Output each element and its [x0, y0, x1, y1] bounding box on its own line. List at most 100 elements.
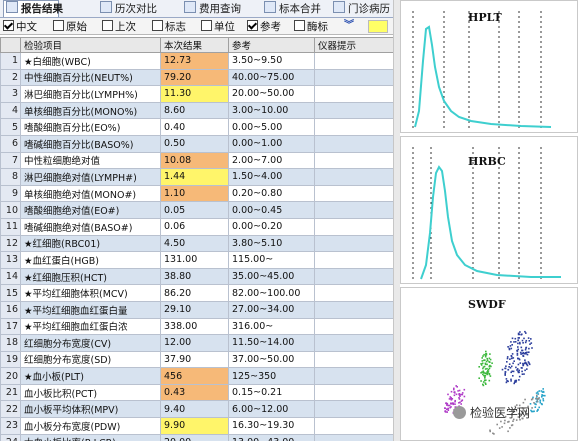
cluster-purple-point [446, 404, 448, 406]
checkbox[interactable] [152, 20, 163, 31]
instrument-note [314, 184, 394, 203]
checkbox[interactable] [201, 20, 212, 31]
table-row[interactable]: 4 单核细胞百分比(MONO%) 8.60 3.00~10.00 [0, 101, 394, 120]
cluster-blue-point [528, 363, 531, 366]
row-number: 17 [0, 317, 21, 336]
table-row[interactable]: 3 淋巴细胞百分比(LYMPH%) 11.30 20.00~50.00 [0, 85, 394, 103]
cluster-purple-point [463, 395, 466, 398]
header-item[interactable]: 检验项目 [20, 37, 161, 53]
table-row[interactable]: 15 ★平均红细胞体积(MCV) 86.20 82.00~100.00 [0, 284, 394, 302]
cluster-purple-point [450, 406, 452, 408]
table-row[interactable]: 6 嗜碱细胞百分比(BASO%) 0.50 0.00~1.00 [0, 134, 394, 153]
cluster-green-point [484, 374, 487, 377]
instrument-note [314, 217, 394, 236]
table-row[interactable]: 7 中性粒细胞绝对值 10.08 2.00~7.00 [0, 151, 394, 170]
option-reference[interactable]: 参考 [247, 20, 281, 33]
result-value: 0.05 [160, 201, 229, 219]
item-name: 血小板分布宽度(PDW) [20, 417, 161, 435]
cluster-blue-point [512, 370, 515, 373]
cluster-purple-point [453, 391, 456, 393]
table-row[interactable]: 1 ★白细胞(WBC) 12.73 3.50~9.50 [0, 52, 394, 70]
row-number: 20 [0, 367, 21, 385]
cluster-purple-point [450, 402, 452, 405]
reference-range: 1.50~4.00 [228, 168, 315, 186]
instrument-note [314, 267, 394, 286]
tab-report-result[interactable]: 报告结果 [3, 0, 63, 17]
item-name: 嗜酸细胞百分比(EO%) [20, 118, 161, 136]
table-row[interactable]: 16 ★平均红细胞血红蛋白量 29.10 27.00~34.00 [0, 300, 394, 319]
tab-history-compare[interactable]: 历次对比 [98, 1, 168, 16]
table-row[interactable]: 10 嗜酸细胞绝对值(EO#) 0.05 0.00~0.45 [0, 201, 394, 219]
table-row[interactable]: 19 红细胞分布宽度(SD) 37.90 37.00~50.00 [0, 350, 394, 369]
checkbox-checked[interactable] [247, 20, 258, 31]
instrument-note [314, 201, 394, 219]
row-number: 24 [0, 433, 21, 441]
double-chevron-down-icon[interactable]: ︾ [344, 20, 354, 32]
table-row[interactable]: 21 血小板比积(PCT) 0.43 0.15~0.21 [0, 383, 394, 402]
option-unit[interactable]: 单位 [201, 20, 235, 33]
cluster-cyan-point [532, 396, 534, 399]
row-number: 2 [0, 68, 21, 87]
option-enzyme[interactable]: 酶标 [294, 20, 328, 33]
cluster-green-point [484, 382, 487, 384]
result-value: 12.00 [160, 334, 229, 352]
color-indicator [368, 20, 388, 33]
option-chinese[interactable]: 中文 [3, 20, 37, 33]
cluster-debris-point [496, 423, 498, 426]
checkbox[interactable] [53, 20, 64, 31]
checkbox-checked[interactable] [3, 20, 14, 31]
cluster-blue-point [514, 337, 517, 340]
cluster-blue-point [512, 362, 514, 365]
table-row[interactable]: 13 ★血红蛋白(HGB) 131.00 115.00~ [0, 251, 394, 269]
cluster-blue-point [528, 340, 531, 342]
option-flag[interactable]: 标志 [152, 20, 186, 33]
cluster-purple-point [455, 385, 457, 387]
header-result[interactable]: 本次结果 [160, 37, 229, 53]
cluster-blue-point [526, 353, 529, 356]
table-row[interactable]: 23 血小板分布宽度(PDW) 9.90 16.30~19.30 [0, 417, 394, 435]
cluster-green-point [488, 373, 491, 376]
table-row[interactable]: 22 血小板平均体积(MPV) 9.40 6.00~12.00 [0, 400, 394, 419]
instrument-note [314, 400, 394, 419]
cluster-green-point [482, 381, 485, 383]
cluster-blue-point [518, 375, 521, 378]
cluster-green-point [478, 366, 480, 368]
item-name: 单核细胞百分比(MONO%) [20, 101, 161, 120]
table-row[interactable]: 17 ★平均红细胞血红蛋白浓 338.00 316.00~ [0, 317, 394, 336]
cluster-blue-point [514, 341, 517, 343]
table-row[interactable]: 14 ★红细胞压积(HCT) 38.80 35.00~45.00 [0, 267, 394, 286]
row-number: 22 [0, 400, 21, 419]
cluster-blue-point [504, 374, 506, 376]
table-row[interactable]: 20 ★血小板(PLT) 456 125~350 [0, 367, 394, 385]
cluster-green-point [481, 362, 484, 365]
cluster-blue-point [505, 378, 508, 380]
option-last[interactable]: 上次 [102, 20, 136, 33]
tab-fee-query[interactable]: 费用查询 [182, 1, 252, 16]
table-row[interactable]: 11 嗜碱细胞绝对值(BASO#) 0.06 0.00~0.20 [0, 217, 394, 236]
cluster-green-point [484, 355, 487, 357]
result-value: 20.00 [160, 433, 229, 441]
table-row[interactable]: 12 ★红细胞(RBC01) 4.50 3.80~5.10 [0, 234, 394, 253]
cluster-green-point [481, 371, 483, 373]
table-row[interactable]: 5 嗜酸细胞百分比(EO%) 0.40 0.00~5.00 [0, 118, 394, 136]
tab-outpatient-record[interactable]: 门诊病历 [331, 1, 391, 16]
table-row[interactable]: 2 中性细胞百分比(NEUT%) 79.20 40.00~75.00 [0, 68, 394, 87]
result-value: 10.08 [160, 151, 229, 170]
header-instrument-note[interactable]: 仪器提示 [314, 37, 394, 53]
table-row[interactable]: 9 单核细胞绝对值(MONO#) 1.10 0.20~0.80 [0, 184, 394, 203]
checkbox[interactable] [294, 20, 305, 31]
option-raw[interactable]: 原始 [53, 20, 87, 33]
cluster-cyan-point [538, 390, 541, 392]
checkbox[interactable] [102, 20, 113, 31]
table-row[interactable]: 24大血小板比率(P-LCR)20.0013.00~43.00 [0, 433, 394, 441]
tab-sample-merge[interactable]: 标本合并 [262, 1, 328, 16]
reference-range: 0.00~1.00 [228, 134, 315, 153]
table-row[interactable]: 8 淋巴细胞绝对值(LYMPH#) 1.44 1.50~4.00 [0, 168, 394, 186]
cluster-blue-point [526, 364, 529, 367]
header-reference[interactable]: 参考 [228, 37, 315, 53]
table-row[interactable]: 18 红细胞分布宽度(CV) 12.00 11.50~14.00 [0, 334, 394, 352]
row-number: 15 [0, 284, 21, 302]
cluster-blue-point [516, 368, 519, 370]
item-name: 淋巴细胞百分比(LYMPH%) [20, 85, 161, 103]
item-name: 中性粒细胞绝对值 [20, 151, 161, 170]
